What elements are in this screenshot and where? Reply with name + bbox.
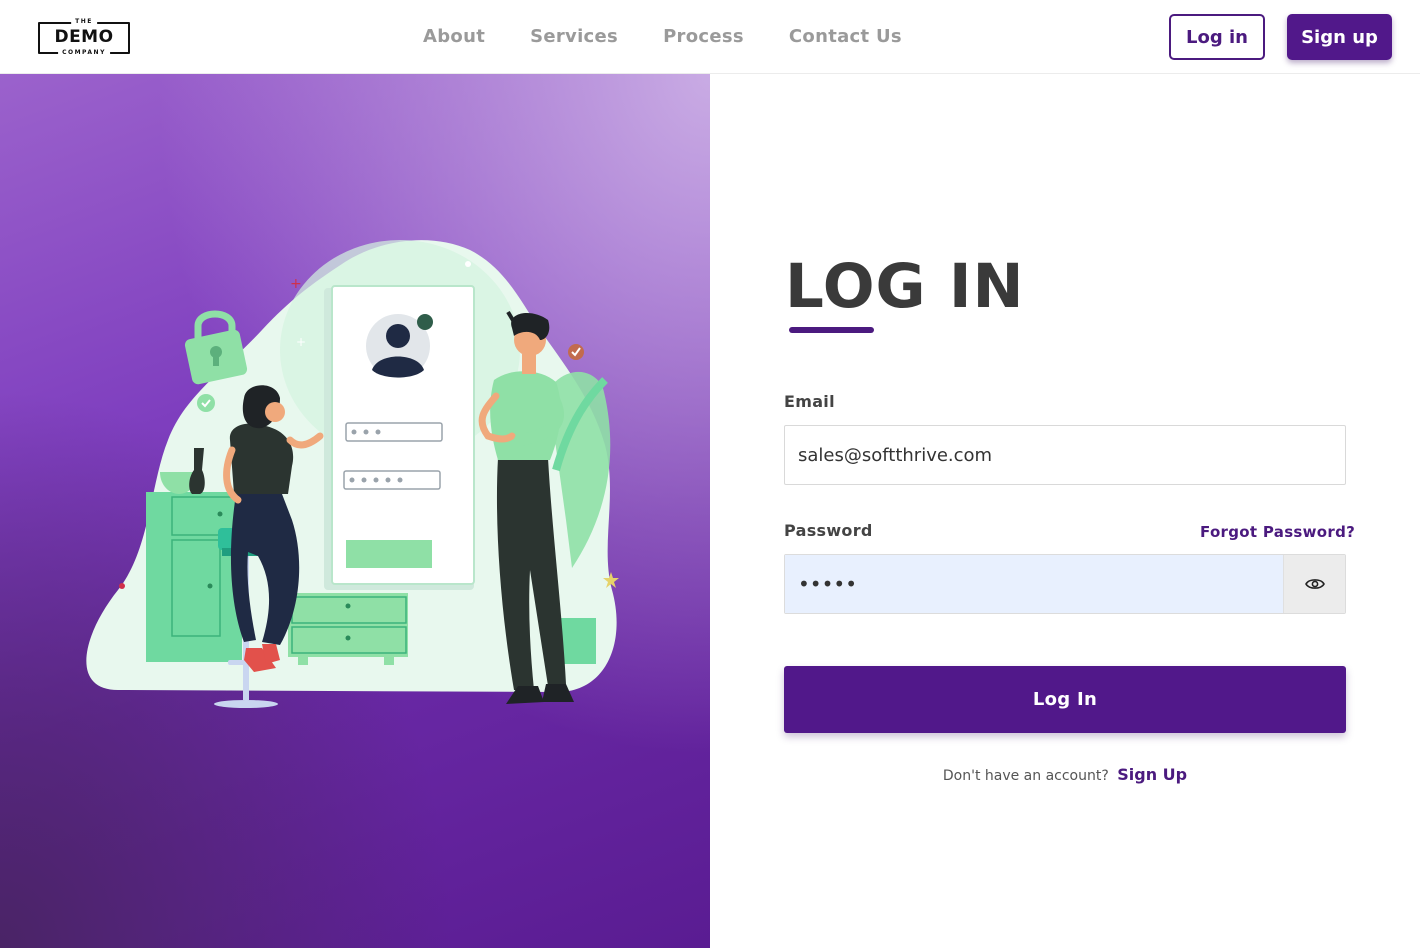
email-label: Email	[784, 392, 835, 411]
signup-link[interactable]: Sign Up	[1117, 765, 1187, 784]
password-field	[784, 554, 1346, 614]
nav-link-about[interactable]: About	[423, 25, 485, 49]
logo-bottom-text: COMPANY	[58, 49, 110, 56]
forgot-password-link[interactable]: Forgot Password?	[1200, 523, 1355, 541]
page-title: LOG IN	[785, 251, 1025, 322]
top-navbar: THE DEMO COMPANY About Services Process …	[0, 0, 1420, 74]
nav-link-contact-us[interactable]: Contact Us	[789, 25, 902, 49]
signup-prompt: Don't have an account? Sign Up	[784, 765, 1346, 784]
svg-text:+: +	[290, 276, 302, 292]
login-submit-button[interactable]: Log In	[784, 666, 1346, 733]
company-logo[interactable]: THE DEMO COMPANY	[38, 18, 130, 56]
hero-illustration-panel: + +	[0, 74, 710, 948]
no-account-text: Don't have an account?	[942, 768, 1109, 784]
title-underline	[789, 327, 874, 333]
svg-text:+: +	[296, 335, 306, 349]
padlock-icon	[184, 310, 248, 385]
show-password-toggle[interactable]	[1283, 555, 1345, 613]
password-input[interactable]	[785, 555, 1285, 613]
nav-link-process[interactable]: Process	[663, 25, 744, 49]
eye-icon	[1304, 579, 1325, 589]
header-login-button[interactable]: Log in	[1169, 14, 1265, 60]
logo-main-text: DEMO	[54, 27, 114, 47]
header-signup-button[interactable]: Sign up	[1287, 14, 1392, 60]
nav-link-services[interactable]: Services	[530, 25, 618, 49]
logo-top-text: THE	[71, 18, 97, 25]
password-label: Password	[784, 521, 873, 540]
email-input[interactable]	[784, 425, 1346, 485]
main-nav: About Services Process Contact Us	[423, 25, 947, 49]
login-illustration: + +	[86, 240, 619, 708]
